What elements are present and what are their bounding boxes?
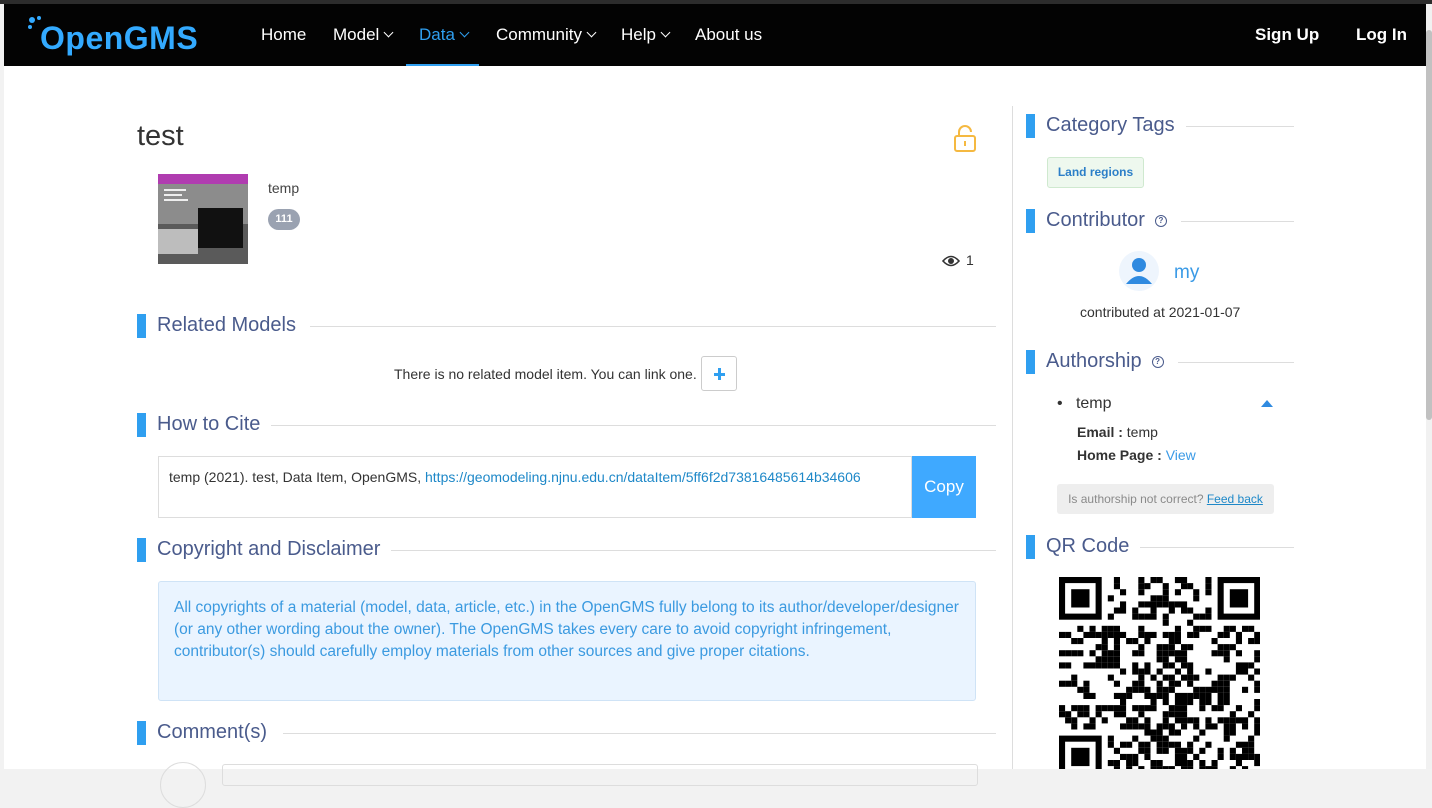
- item-author[interactable]: temp: [268, 180, 299, 196]
- homepage-view-link[interactable]: View: [1166, 447, 1196, 463]
- eye-icon: [941, 256, 961, 267]
- nav-data-label: Data: [419, 25, 455, 44]
- qr-code-image: [1059, 577, 1260, 769]
- scrollbar-thumb[interactable]: [1426, 30, 1432, 420]
- nav-data[interactable]: Data: [406, 4, 479, 66]
- comment-input[interactable]: [222, 764, 978, 786]
- contributor-avatar[interactable]: [1118, 250, 1160, 292]
- brand-name: OpenGMS: [40, 20, 199, 56]
- section-how-to-cite: How to Cite: [137, 413, 996, 437]
- section-divider: [310, 326, 996, 327]
- section-title: How to Cite: [157, 413, 261, 435]
- email-value: temp: [1126, 424, 1158, 440]
- nav-help[interactable]: Help: [621, 4, 671, 66]
- section-title: Related Models: [157, 314, 296, 336]
- author-homepage: Home Page : View: [1077, 447, 1196, 463]
- section-title: QR Code: [1046, 535, 1130, 557]
- copyright-disclaimer: All copyrights of a material (model, dat…: [158, 581, 976, 701]
- section-divider: [283, 733, 996, 734]
- section-title: Comment(s): [157, 721, 268, 743]
- sidebar-category-tags: Category Tags: [1026, 114, 1294, 138]
- help-icon[interactable]: ?: [1151, 355, 1164, 368]
- opengms-logo[interactable]: OpenGMS: [26, 14, 198, 58]
- view-count: 1: [941, 252, 974, 268]
- nav-model[interactable]: Model: [333, 4, 394, 66]
- section-copyright: Copyright and Disclaimer: [137, 538, 996, 562]
- nav-model-label: Model: [333, 25, 380, 44]
- chevron-down-icon: [660, 27, 671, 38]
- link-model-add-button[interactable]: [701, 356, 737, 391]
- author-email: Email : temp: [1077, 424, 1158, 440]
- contributor-heading: Contributor: [1046, 209, 1145, 231]
- section-divider: [271, 425, 996, 426]
- email-label: Email :: [1077, 424, 1123, 440]
- authorship-heading: Authorship: [1046, 350, 1142, 372]
- no-related-message: There is no related model item. You can …: [394, 366, 697, 382]
- section-marker: [1026, 535, 1035, 559]
- nav-about-label: About us: [695, 25, 763, 44]
- contributor-name[interactable]: my: [1174, 262, 1199, 284]
- section-marker: [137, 314, 146, 338]
- help-icon[interactable]: ?: [1154, 214, 1167, 227]
- homepage-label: Home Page :: [1077, 447, 1162, 463]
- section-title: Copyright and Disclaimer: [157, 538, 381, 560]
- top-navbar: OpenGMS Home Model Data Community Help A…: [4, 4, 1426, 66]
- author-entry[interactable]: • temp: [1057, 395, 1112, 413]
- section-divider: [1186, 126, 1294, 127]
- nav-home[interactable]: Home: [261, 4, 306, 66]
- authorship-feedback: Is authorship not correct? Feed back: [1057, 484, 1274, 514]
- section-title: Authorship?: [1046, 350, 1164, 373]
- caret-up-icon[interactable]: [1261, 400, 1273, 407]
- author-name: temp: [1075, 395, 1112, 412]
- nav-community-label: Community: [496, 25, 582, 44]
- copy-button[interactable]: Copy: [912, 456, 976, 518]
- section-comments: Comment(s): [137, 721, 996, 745]
- section-marker: [1026, 114, 1035, 138]
- view-count-value: 1: [966, 252, 974, 268]
- section-marker: [1026, 209, 1035, 233]
- nav-about-us[interactable]: About us: [695, 4, 762, 66]
- section-divider: [1181, 221, 1294, 222]
- section-marker: [137, 538, 146, 562]
- feedback-text: Is authorship not correct?: [1068, 492, 1204, 506]
- unlock-icon[interactable]: [952, 124, 978, 152]
- citation-prefix: temp (2021). test, Data Item, OpenGMS,: [169, 469, 425, 485]
- nav-help-label: Help: [621, 25, 656, 44]
- section-marker: [137, 721, 146, 745]
- qr-code: [1059, 577, 1260, 769]
- section-related-models: Related Models: [137, 314, 996, 338]
- citation-text[interactable]: temp (2021). test, Data Item, OpenGMS, h…: [158, 456, 912, 518]
- sidebar-authorship: Authorship?: [1026, 350, 1294, 374]
- contributed-date: contributed at 2021-01-07: [1080, 304, 1241, 320]
- page-title: test: [137, 120, 184, 152]
- section-marker: [1026, 350, 1035, 374]
- data-item-thumbnail: [158, 174, 248, 264]
- sign-up-button[interactable]: Sign Up: [1255, 4, 1319, 66]
- sidebar-qr-code: QR Code: [1026, 535, 1294, 559]
- category-tag[interactable]: Land regions: [1047, 157, 1144, 188]
- section-title: Category Tags: [1046, 114, 1175, 136]
- chevron-down-icon: [459, 27, 470, 38]
- section-divider: [391, 550, 996, 551]
- nav-community[interactable]: Community: [496, 4, 597, 66]
- citation-link[interactable]: https://geomodeling.njnu.edu.cn/dataItem…: [425, 469, 861, 485]
- chevron-down-icon: [586, 27, 597, 38]
- section-divider: [1178, 362, 1294, 363]
- section-marker: [137, 413, 146, 437]
- log-in-button[interactable]: Log In: [1356, 4, 1407, 66]
- status-badge: 111: [268, 209, 300, 230]
- sidebar-contributor: Contributor?: [1026, 209, 1294, 233]
- section-divider: [1140, 547, 1294, 548]
- thumbnail-image: [158, 174, 248, 264]
- nav-home-label: Home: [261, 25, 307, 44]
- section-title: Contributor?: [1046, 209, 1167, 232]
- sidebar-divider: [1012, 106, 1013, 769]
- feedback-link[interactable]: Feed back: [1207, 492, 1263, 506]
- chevron-down-icon: [383, 27, 394, 38]
